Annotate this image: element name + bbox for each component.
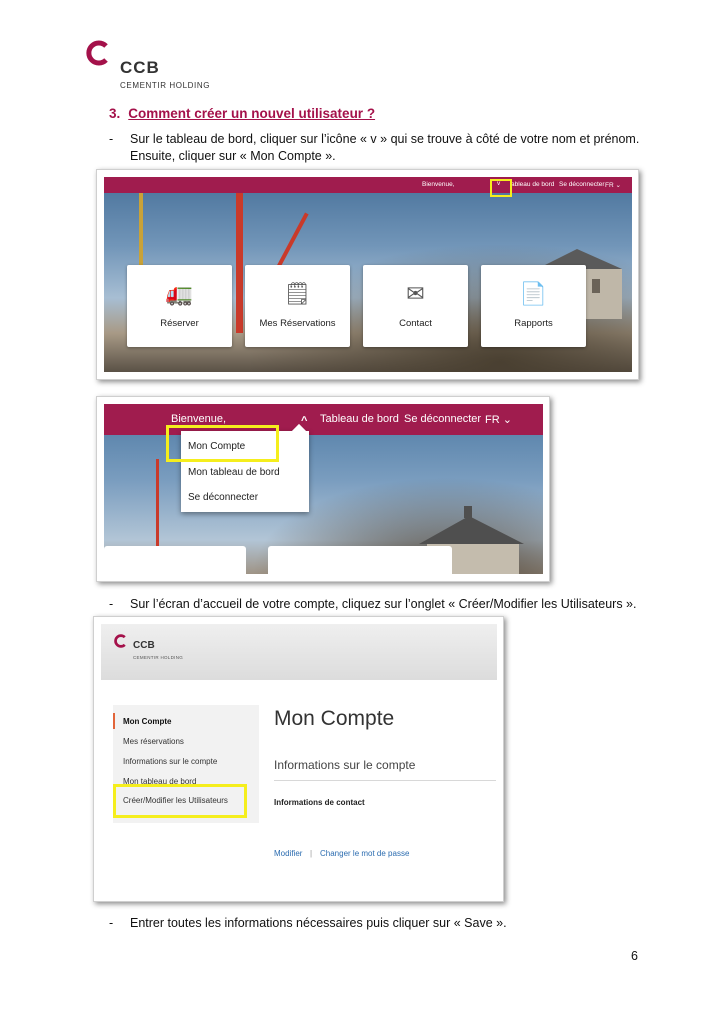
step-1-line-1: Sur le tableau de bord, cliquer sur l’ic…	[130, 132, 640, 146]
top-nav-bar: Bienvenue, v ableau de bord Se déconnect…	[104, 177, 632, 193]
page-number: 6	[631, 949, 638, 963]
tile-contact[interactable]: ✉ Contact	[363, 265, 468, 347]
nav-logout-link[interactable]: Se déconnecter	[404, 413, 481, 425]
tile-reserver-partial[interactable]	[104, 546, 246, 574]
change-password-link[interactable]: Changer le mot de passe	[320, 849, 409, 858]
step-1-dash: -	[109, 132, 114, 146]
ccb-c-mark-icon	[86, 40, 108, 66]
highlight-chevron	[490, 179, 512, 197]
nav-language-select[interactable]: FR ⌄	[485, 413, 512, 426]
account-header: CCB CEMENTIR HOLDING	[101, 624, 497, 680]
tile-label: Rapports	[514, 318, 553, 329]
user-menu-chevron[interactable]: ^	[301, 415, 307, 427]
nav-dashboard-link[interactable]: ableau de bord	[511, 181, 554, 188]
ccb-logo: CCB CEMENTIR HOLDING	[86, 40, 226, 92]
construction-photo: Bienvenue, ^ Tableau de bord Se déconnec…	[104, 404, 543, 574]
screenshot-user-menu: Bienvenue, ^ Tableau de bord Se déconnec…	[96, 396, 550, 582]
mail-phone-icon: ✉	[406, 281, 425, 306]
sidebar-item-informations-compte[interactable]: Informations sur le compte	[123, 757, 217, 766]
nav-logout-link[interactable]: Se déconnecter	[559, 181, 605, 188]
tile-rapports[interactable]: 📄 Rapports	[481, 265, 586, 347]
edit-link[interactable]: Modifier	[274, 849, 302, 858]
section-title: Comment créer un nouvel utilisateur ?	[128, 106, 376, 121]
menu-item-mon-tableau-de-bord[interactable]: Mon tableau de bord	[188, 467, 280, 478]
step-2-line-1: Sur l’écran d’accueil de votre compte, c…	[130, 597, 637, 611]
tile-label: Mes Réservations	[259, 318, 336, 329]
tile-mes-reservations[interactable]: 🗒 Mes Réservations	[245, 265, 350, 347]
tile-label: Réserver	[160, 318, 199, 329]
tile-reserver[interactable]: 🚛 Réserver	[127, 265, 232, 347]
logo-name: CCB	[133, 640, 155, 651]
step-3-line-1: Entrer toutes les informations nécessair…	[130, 916, 507, 930]
welcome-text: Bienvenue,	[171, 413, 227, 425]
link-separator: |	[310, 849, 313, 858]
step-2-dash: -	[109, 597, 114, 611]
nav-dashboard-link[interactable]: Tableau de bord	[320, 413, 399, 425]
welcome-text: Bienvenue,	[422, 181, 455, 188]
screenshot-account-page: CCB CEMENTIR HOLDING Mon Compte Mes rése…	[93, 616, 504, 902]
logo-subtitle: CEMENTIR HOLDING	[133, 655, 184, 660]
contact-info-heading: Informations de contact	[274, 798, 365, 807]
document-check-icon: 🗒	[283, 281, 312, 306]
account-page-title: Mon Compte	[274, 707, 395, 730]
account-info-heading: Informations sur le compte	[274, 758, 416, 772]
tile-label: Contact	[399, 318, 432, 329]
step-3-dash: -	[109, 916, 114, 930]
nav-language-select[interactable]: FR ⌄	[605, 181, 621, 189]
section-heading: 3. Comment créer un nouvel utilisateur ?	[109, 106, 375, 121]
mixer-truck-icon: 🚛	[165, 281, 194, 306]
ccb-c-mark-icon	[114, 634, 126, 648]
section-number: 3.	[109, 106, 121, 121]
sidebar-item-mon-compte[interactable]: Mon Compte	[123, 717, 171, 726]
screenshot-dashboard: Bienvenue, v ableau de bord Se déconnect…	[96, 169, 639, 380]
construction-photo: Bienvenue, v ableau de bord Se déconnect…	[104, 177, 632, 372]
highlight-creer-modifier-utilisateurs	[113, 784, 247, 818]
sidebar-item-mes-reservations[interactable]: Mes réservations	[123, 737, 184, 746]
divider	[274, 780, 496, 781]
step-1-line-2: Ensuite, cliquer sur « Mon Compte ».	[130, 149, 336, 163]
logo-name: CCB	[120, 58, 160, 77]
crane-mast	[236, 193, 243, 333]
report-pages-icon: 📄	[519, 281, 548, 306]
menu-item-se-deconnecter[interactable]: Se déconnecter	[188, 492, 258, 503]
highlight-mon-compte	[166, 425, 279, 462]
active-marker	[113, 713, 115, 729]
logo-subtitle: CEMENTIR HOLDING	[120, 81, 211, 90]
tile-mes-reservations-partial[interactable]	[268, 546, 452, 574]
